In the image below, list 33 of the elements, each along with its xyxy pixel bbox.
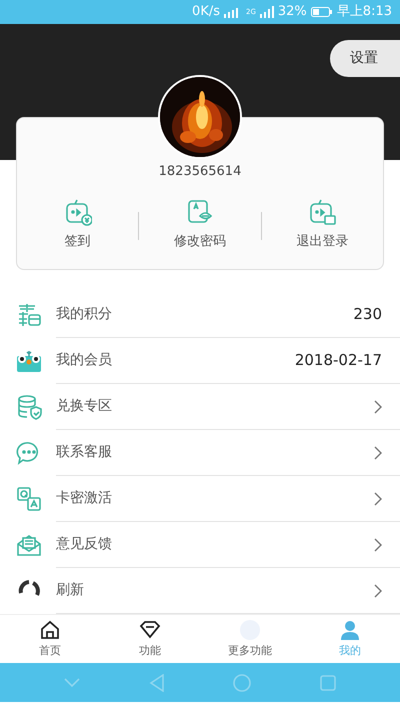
database-icon: [16, 394, 42, 420]
clock: 早上8:13: [336, 3, 392, 22]
robot-icon: [308, 198, 336, 226]
menu-item[interactable]: 联系客服: [0, 430, 400, 476]
battery-level: 32%: [278, 3, 307, 22]
menu-item[interactable]: 我的会员 2018-02-17: [0, 338, 400, 384]
menu-item[interactable]: 我的积分 230: [0, 292, 400, 338]
signal-icon: [260, 6, 274, 18]
phone-number: 1823565614: [158, 163, 242, 181]
envelope-icon: [16, 532, 42, 558]
battery-icon: [310, 6, 333, 18]
tab[interactable]: 更多功能: [200, 615, 300, 663]
home-icon[interactable]: [233, 674, 252, 692]
user-icon: [339, 618, 361, 641]
menu-item[interactable]: 意见反馈: [0, 522, 400, 568]
bird-icon: [16, 348, 42, 374]
action-button[interactable]: 退出登录: [262, 198, 383, 251]
gem-icon: [139, 618, 161, 641]
home-icon: [39, 618, 61, 641]
robot-icon: [64, 198, 92, 226]
tab[interactable]: 首页: [0, 615, 100, 663]
action-button[interactable]: 修改密码: [139, 198, 261, 251]
network-speed: 0K/s: [192, 3, 220, 22]
menu-item[interactable]: 卡密激活: [0, 476, 400, 522]
settings-button[interactable]: 设置: [330, 40, 400, 77]
lips-icon: [186, 198, 214, 226]
action-button[interactable]: 签到: [17, 198, 138, 251]
back-icon[interactable]: [148, 674, 165, 692]
menu-item[interactable]: 兑换专区: [0, 384, 400, 430]
tab[interactable]: 功能: [100, 615, 200, 663]
square-icon[interactable]: [320, 674, 336, 690]
chevron-down-icon[interactable]: [64, 678, 80, 688]
qa-icon: [16, 486, 42, 512]
